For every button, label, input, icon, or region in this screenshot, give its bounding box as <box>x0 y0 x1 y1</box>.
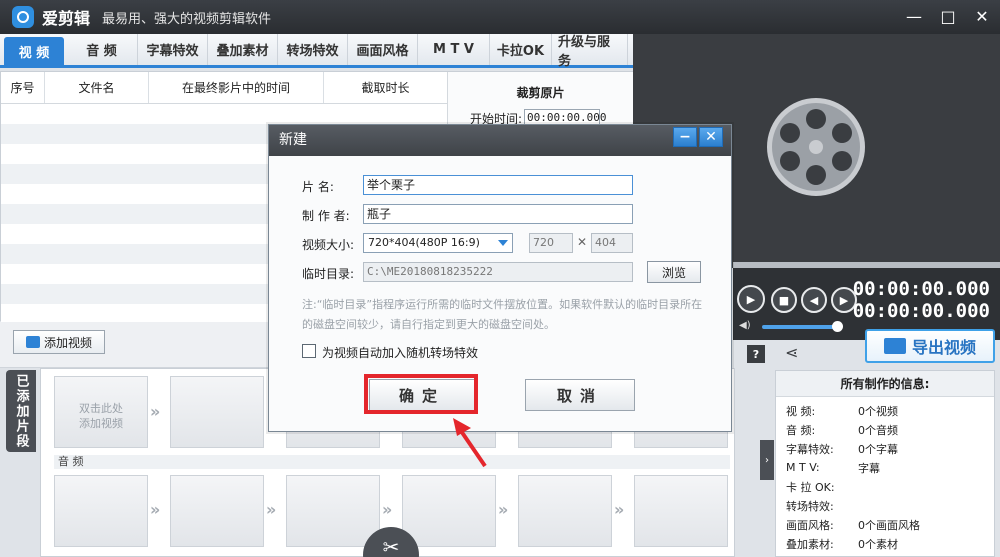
added-clips-tab[interactable]: 已添加片段 <box>6 370 36 452</box>
tab-video[interactable]: 视 频 <box>4 37 64 65</box>
stat-row: 字幕特效: 0个字幕 <box>786 442 898 456</box>
video-size-label: 视频大小: <box>302 238 355 252</box>
audio-slot[interactable] <box>286 475 380 547</box>
video-size-value: 720*404(480P 16:9) <box>368 236 480 249</box>
audio-slot[interactable] <box>54 475 148 547</box>
app-subtitle: 最易用、强大的视频剪辑软件 <box>102 11 272 27</box>
add-video-hint: 双击此处 添加视频 <box>79 402 123 430</box>
random-transition-label: 为视频自动加入随机转场特效 <box>322 346 479 360</box>
current-time: 00:00:00.000 <box>852 278 990 300</box>
temp-dir-note: 注:“临时目录”指程序运行所需的临时文件摆放位置。如果软件默认的临时目录所在的磁… <box>302 298 703 331</box>
arrow-icon: » <box>498 500 509 519</box>
col-duration: 截取时长 <box>361 81 410 95</box>
tab-style[interactable]: 画面风格 <box>348 34 418 65</box>
tab-subtitles[interactable]: 字幕特效 <box>138 34 208 65</box>
table-row[interactable] <box>1 104 447 124</box>
dialog-close-button[interactable]: ✕ <box>699 127 723 147</box>
file-table-header: 序号 文件名 在最终影片中的时间 截取时长 <box>1 72 447 104</box>
prev-frame-icon[interactable]: ◀ <box>801 287 827 313</box>
add-video-label: 添加视频 <box>43 335 92 350</box>
volume-slider[interactable] <box>762 325 836 329</box>
author-label: 制 作 者: <box>302 209 350 223</box>
tab-upgrade[interactable]: 升级与服务 <box>552 34 628 69</box>
col-filename: 文件名 <box>45 72 149 103</box>
expand-panel-icon[interactable]: › <box>760 440 774 480</box>
audio-slot[interactable] <box>170 475 264 547</box>
stat-row: 视 频: 0个视频 <box>786 404 898 418</box>
close-button[interactable]: ✕ <box>972 6 992 26</box>
name-input[interactable]: 举个栗子 <box>363 175 633 195</box>
temp-dir-label: 临时目录: <box>302 267 355 281</box>
crop-title: 裁剪原片 <box>516 86 565 100</box>
total-time: 00:00:00.000 <box>852 300 990 322</box>
audio-slot[interactable] <box>518 475 612 547</box>
export-video-button[interactable]: 导出视频 <box>865 329 995 363</box>
chevron-down-icon <box>498 240 508 246</box>
project-info-title: 所有制作的信息: <box>776 371 994 397</box>
dialog-title: 新建 <box>269 125 731 156</box>
audio-slot[interactable] <box>634 475 728 547</box>
add-video-button[interactable]: 添加视频 <box>13 330 105 354</box>
author-input[interactable]: 瓶子 <box>363 204 633 224</box>
video-slot-add[interactable]: 双击此处 添加视频 <box>54 376 148 448</box>
project-info-panel: 所有制作的信息: 视 频: 0个视频 音 频: 0个音频 字幕特效: 0个字幕 M T… <box>775 370 995 557</box>
arrow-icon: » <box>150 500 161 519</box>
film-reel-icon <box>767 98 865 196</box>
cancel-button[interactable]: 取消 <box>525 379 635 411</box>
help-icon[interactable]: ? <box>747 345 765 363</box>
pointer-arrow-icon <box>453 418 487 468</box>
app-logo-icon <box>12 6 34 28</box>
name-label: 片 名: <box>302 180 334 194</box>
maximize-button[interactable]: □ <box>938 6 958 26</box>
stat-row: 叠加素材: 0个素材 <box>786 537 898 551</box>
export-label: 导出视频 <box>911 338 976 357</box>
tab-audio[interactable]: 音 频 <box>66 34 138 65</box>
stat-row: 画面风格: 0个画面风格 <box>786 518 920 532</box>
tab-mtv[interactable]: M T V <box>418 34 490 65</box>
tab-transitions[interactable]: 转场特效 <box>278 34 348 65</box>
arrow-icon: » <box>382 500 393 519</box>
share-icon[interactable]: ⋖ <box>785 343 798 362</box>
times-icon: ✕ <box>577 235 588 249</box>
random-transition-checkbox[interactable] <box>302 344 316 358</box>
dialog-minimize-button[interactable]: − <box>673 127 697 147</box>
stat-row: 音 频: 0个音频 <box>786 423 898 437</box>
ok-button-highlight <box>364 374 478 414</box>
new-project-dialog: 新建 − ✕ 片 名: 举个栗子 制 作 者: 瓶子 视频大小: 720*404… <box>268 124 732 432</box>
col-index: 序号 <box>1 72 45 103</box>
col-timeline-time: 在最终影片中的时间 <box>149 72 324 103</box>
film-add-icon <box>25 336 40 348</box>
tab-overlay[interactable]: 叠加素材 <box>208 34 278 65</box>
minimize-button[interactable]: — <box>904 6 924 26</box>
stat-row: 转场特效: <box>786 499 834 513</box>
tab-karaoke[interactable]: 卡拉OK <box>490 34 552 65</box>
audio-track-label: 音 频 <box>54 455 730 469</box>
arrow-icon: » <box>266 500 277 519</box>
stat-row: 卡 拉 OK: <box>786 480 835 494</box>
audio-slot[interactable] <box>402 475 496 547</box>
app-title: 爱剪辑 <box>42 9 91 28</box>
width-input: 720 <box>529 233 573 253</box>
play-icon[interactable]: ▶ <box>737 285 765 313</box>
arrow-icon: » <box>150 402 161 421</box>
browse-button[interactable]: 浏览 <box>647 261 701 283</box>
stop-icon[interactable]: ■ <box>771 287 797 313</box>
volume-icon[interactable]: ◀) <box>739 320 751 331</box>
arrow-icon: » <box>614 500 625 519</box>
stat-row: M T V: 字幕 <box>786 461 880 475</box>
title-bar: 爱剪辑 最易用、强大的视频剪辑软件 — □ ✕ <box>0 0 1000 34</box>
height-input: 404 <box>591 233 633 253</box>
video-slot[interactable] <box>170 376 264 448</box>
export-icon <box>883 338 906 354</box>
temp-dir-input[interactable]: C:\ME20180818235222 <box>363 262 633 282</box>
main-tabs: 视 频 音 频 字幕特效 叠加素材 转场特效 画面风格 M T V 卡拉OK 升… <box>0 34 633 69</box>
video-size-select[interactable]: 720*404(480P 16:9) <box>363 233 513 253</box>
volume-knob[interactable] <box>832 321 843 332</box>
